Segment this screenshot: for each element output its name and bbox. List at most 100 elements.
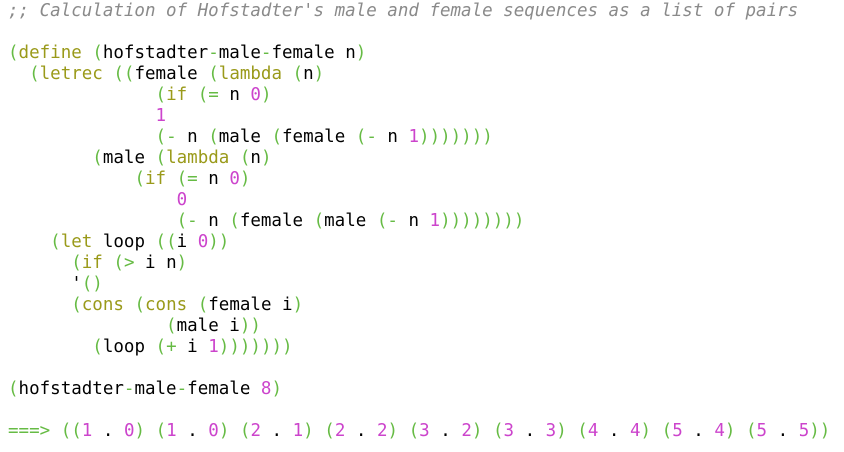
code-number: 4 [630,421,641,441]
code-paren: ( [134,169,145,189]
code-number: 4 [714,421,725,441]
code-paren: )))))))) [440,211,525,231]
code-line: ;; Calculation of Hofstadter's male and … [8,1,830,22]
code-number: 1 [155,106,167,126]
code-paren: ) [724,421,736,441]
code-paren: )) [208,232,230,252]
code-operator: - [166,127,177,147]
code-paren: ( [197,85,209,105]
result-line: ===> ((1 . 0) (1 . 0) (2 . 1) (2 . 2) (3… [8,421,830,442]
code-number: 0 [208,421,219,441]
code-number: 0 [229,169,240,189]
code-paren: ) [313,64,325,84]
code-text: . [92,421,124,441]
code-line: (if (= n 0) [8,85,830,106]
code-text: i [176,337,209,357]
code-text: ' [71,274,82,294]
code-number: 5 [756,421,768,441]
code-paren: ) [134,421,146,441]
code-paren: ( [134,295,146,315]
code-text: n [303,64,314,84]
code-paren: ( [376,211,388,231]
code-paren: ( [8,43,19,63]
code-paren: ( [113,253,124,273]
code-line: (- n (female (male (- n 1)))))))) [8,211,830,232]
code-text: male i [176,316,240,336]
code-text: female n [271,43,356,63]
code-text: female [134,64,198,84]
code-editor[interactable]: ;; Calculation of Hofstadter's male and … [8,1,830,442]
code-text: i n [134,253,177,273]
code-paren: ( [155,421,167,441]
code-paren: () [81,274,103,294]
code-paren: ( [166,316,177,336]
code-paren: ( [324,421,335,441]
code-text: n [397,211,430,231]
code-paren: ) [239,169,251,189]
code-paren: ( [8,379,19,399]
code-line: (male i)) [8,316,830,337]
code-operator: = [208,85,219,105]
code-paren: ( [155,85,167,105]
code-line: 0 [8,190,830,211]
code-line: (if (> i n) [8,253,830,274]
result-prompt: ===> [8,421,51,441]
code-operator: + [166,337,177,357]
code-paren: ) [355,43,367,63]
code-number: 1 [408,127,420,147]
code-paren: ( [155,127,167,147]
code-keyword: lambda [218,64,282,84]
code-number: 5 [798,421,810,441]
code-number: 2 [376,421,388,441]
code-keyword: let [60,232,93,252]
code-number: 1 [292,421,304,441]
code-text: . [345,421,377,441]
code-paren: ( [92,148,103,168]
code-paren: ( [71,253,82,273]
code-keyword: if [81,253,103,273]
code-number: 1 [166,421,177,441]
code-comment: ;; Calculation of Hofstadter's male and … [8,1,799,21]
code-paren: ( [313,211,325,231]
code-paren: ( [71,295,82,315]
code-keyword: if [166,85,188,105]
code-paren: ( [29,64,40,84]
code-number: 0 [250,85,261,105]
code-paren: ( [176,211,188,231]
code-paren: ( [239,421,251,441]
code-text: . [429,421,462,441]
code-text: hofstadter [18,379,124,399]
code-paren: (( [113,64,135,84]
code-number: 3 [503,421,515,441]
code-number: 0 [176,190,188,210]
code-paren: ( [155,337,167,357]
code-number: 5 [672,421,683,441]
code-text: female i [208,295,293,315]
code-text: . [682,421,715,441]
code-paren: ))))))) [218,337,293,357]
code-paren: ( [661,421,673,441]
code-number: 2 [334,421,346,441]
code-paren: )) [239,316,261,336]
code-paren: ) [271,379,283,399]
